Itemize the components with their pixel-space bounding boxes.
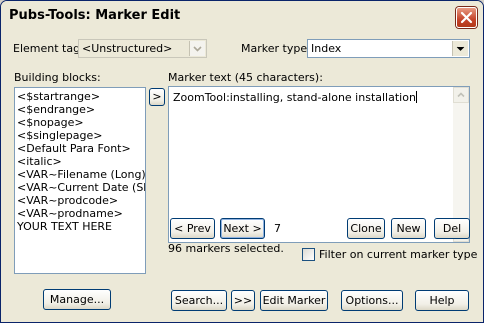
- filter-checkbox[interactable]: [302, 248, 315, 261]
- prev-button[interactable]: < Prev: [170, 218, 215, 239]
- element-tag-select: <Unstructured>: [78, 39, 207, 58]
- list-item[interactable]: <$nopage>: [15, 116, 145, 129]
- dialog-body: Element tag: <Unstructured> Marker type:…: [1, 31, 483, 322]
- element-tag-value: <Unstructured>: [82, 42, 173, 55]
- building-blocks-label: Building blocks:: [14, 71, 101, 84]
- list-item[interactable]: <VAR~Filename (Long)>: [15, 168, 145, 181]
- marker-type-value: Index: [311, 42, 342, 55]
- window-title: Pubs-Tools: Marker Edit: [9, 8, 181, 23]
- marker-text-value: ZoomTool:installing, stand-alone install…: [173, 91, 416, 104]
- manage-button[interactable]: Manage...: [43, 289, 111, 310]
- edit-marker-button[interactable]: Edit Marker: [260, 290, 328, 311]
- list-item[interactable]: <italic>: [15, 155, 145, 168]
- next-button[interactable]: Next >: [220, 218, 265, 239]
- element-tag-label: Element tag:: [13, 42, 84, 55]
- help-button[interactable]: Help: [415, 290, 469, 311]
- list-item[interactable]: YOUR TEXT HERE: [15, 220, 145, 233]
- list-item[interactable]: <$endrange>: [15, 103, 145, 116]
- list-item[interactable]: <VAR~prodname>: [15, 207, 145, 220]
- filter-label[interactable]: Filter on current marker type: [319, 248, 477, 261]
- close-button[interactable]: [456, 7, 477, 28]
- building-blocks-list[interactable]: <$startrange> <$endrange> <$nopage> <$si…: [14, 87, 146, 274]
- options-button[interactable]: Options...: [341, 290, 403, 311]
- list-item[interactable]: <VAR~Current Date (Short)>: [15, 181, 145, 194]
- list-item[interactable]: <Default Para Font>: [15, 142, 145, 155]
- text-caret: [415, 91, 417, 103]
- marker-index: 7: [274, 222, 281, 235]
- delete-button[interactable]: Del: [434, 218, 470, 239]
- chevron-down-icon: [456, 46, 465, 51]
- element-tag-dropdown-button: [189, 41, 205, 56]
- search-button[interactable]: Search...: [171, 290, 227, 311]
- marker-text-label: Marker text (45 characters):: [168, 71, 323, 84]
- scroll-up-button[interactable]: [453, 87, 469, 103]
- list-item[interactable]: <$singlepage>: [15, 129, 145, 142]
- list-item[interactable]: <VAR~prodcode>: [15, 194, 145, 207]
- chevron-up-icon: [457, 92, 465, 98]
- close-icon: [460, 11, 473, 24]
- chevron-down-icon: [193, 46, 202, 52]
- selection-status: 96 markers selected.: [168, 242, 284, 255]
- list-item[interactable]: <$startrange>: [15, 90, 145, 103]
- clone-button[interactable]: Clone: [347, 218, 385, 239]
- title-bar[interactable]: Pubs-Tools: Marker Edit: [1, 1, 483, 31]
- search-next-button[interactable]: >>: [231, 290, 255, 311]
- marker-type-label: Marker type:: [241, 42, 311, 55]
- marker-type-dropdown-button[interactable]: [452, 41, 468, 56]
- marker-edit-dialog: Pubs-Tools: Marker Edit Element tag: <Un…: [0, 0, 484, 323]
- insert-block-button[interactable]: >: [149, 88, 165, 106]
- new-button[interactable]: New: [391, 218, 426, 239]
- marker-type-select[interactable]: Index: [307, 39, 470, 58]
